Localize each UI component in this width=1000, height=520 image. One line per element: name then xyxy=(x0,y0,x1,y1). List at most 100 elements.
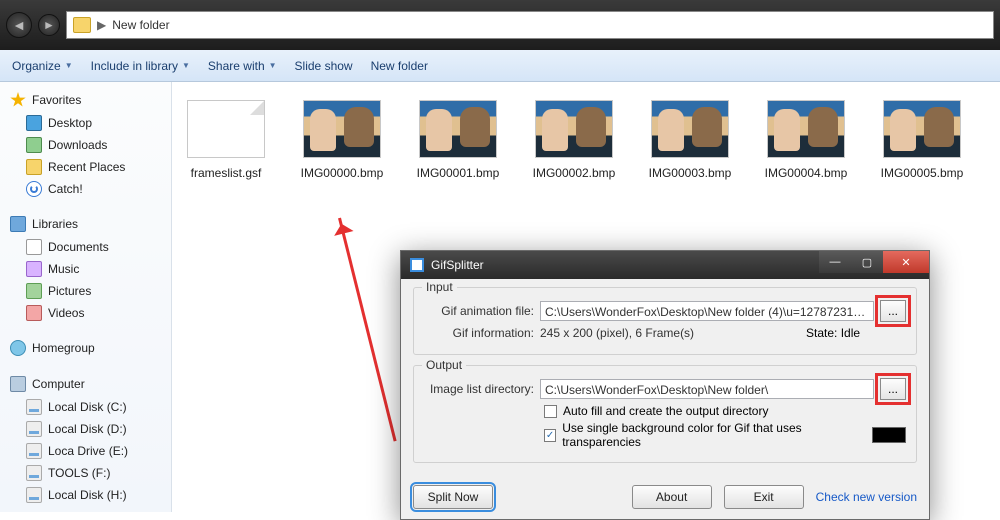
desktop-icon xyxy=(26,115,42,131)
folder-icon xyxy=(73,17,91,33)
exit-button[interactable]: Exit xyxy=(724,485,804,509)
split-now-button[interactable]: Split Now xyxy=(413,485,493,509)
sidebar-item-videos[interactable]: Videos xyxy=(4,302,167,324)
sidebar-drive-e[interactable]: Loca Drive (E:) xyxy=(4,440,167,462)
close-button[interactable]: ✕ xyxy=(883,251,929,273)
output-browse-button[interactable]: ... xyxy=(880,378,906,400)
videos-icon xyxy=(26,305,42,321)
drive-icon xyxy=(26,465,42,481)
file-item[interactable]: IMG00000.bmp xyxy=(298,100,386,180)
sidebar-item-catch[interactable]: Catch! xyxy=(4,178,167,200)
drive-icon xyxy=(26,443,42,459)
sidebar-item-pictures[interactable]: Pictures xyxy=(4,280,167,302)
maximize-button[interactable]: ▢ xyxy=(851,251,883,273)
bgcolor-swatch[interactable] xyxy=(872,427,906,443)
toolbar-include-library[interactable]: Include in library▼ xyxy=(91,59,190,73)
sidebar-nav: Favorites Desktop Downloads Recent Place… xyxy=(0,82,172,512)
output-group: Output Image list directory: C:\Users\Wo… xyxy=(413,365,917,463)
minimize-button[interactable]: ― xyxy=(819,251,851,273)
explorer-toolbar: Organize▼ Include in library▼ Share with… xyxy=(0,50,1000,82)
drive-icon xyxy=(26,421,42,437)
toolbar-organize[interactable]: Organize▼ xyxy=(12,59,73,73)
star-icon xyxy=(10,92,26,108)
documents-icon xyxy=(26,239,42,255)
sidebar-drive-h[interactable]: Local Disk (H:) xyxy=(4,484,167,506)
downloads-icon xyxy=(26,137,42,153)
file-item[interactable]: IMG00004.bmp xyxy=(762,100,850,180)
nav-forward-button[interactable]: ► xyxy=(38,14,60,36)
nav-back-button[interactable]: ◄ xyxy=(6,12,32,38)
sidebar-homegroup[interactable]: Homegroup xyxy=(4,336,167,360)
file-name: IMG00001.bmp xyxy=(414,166,502,180)
file-name: frameslist.gsf xyxy=(182,166,270,180)
toolbar-share-with[interactable]: Share with▼ xyxy=(208,59,277,73)
output-dir-field[interactable]: C:\Users\WonderFox\Desktop\New folder\ xyxy=(540,379,874,399)
bgcolor-label: Use single background color for Gif that… xyxy=(562,421,860,449)
toolbar-new-folder[interactable]: New folder xyxy=(371,59,428,73)
bgcolor-checkbox-row[interactable]: ✓ Use single background color for Gif th… xyxy=(544,421,906,449)
sidebar-favorites-header[interactable]: Favorites xyxy=(4,88,167,112)
file-item[interactable]: frameslist.gsf xyxy=(182,100,270,180)
toolbar-slideshow[interactable]: Slide show xyxy=(295,59,353,73)
sidebar-drive-d[interactable]: Local Disk (D:) xyxy=(4,418,167,440)
sidebar-item-desktop[interactable]: Desktop xyxy=(4,112,167,134)
autofill-label: Auto fill and create the output director… xyxy=(563,404,768,418)
sidebar-libraries-header[interactable]: Libraries xyxy=(4,212,167,236)
dialog-footer: Split Now About Exit Check new version xyxy=(401,485,929,519)
image-thumbnail xyxy=(651,100,729,158)
drive-icon xyxy=(26,487,42,503)
input-info-label: Gif information: xyxy=(424,326,534,340)
image-thumbnail xyxy=(419,100,497,158)
catch-icon xyxy=(26,181,42,197)
sidebar-item-recent[interactable]: Recent Places xyxy=(4,156,167,178)
sidebar-item-music[interactable]: Music xyxy=(4,258,167,280)
image-thumbnail xyxy=(303,100,381,158)
checkbox-icon[interactable]: ✓ xyxy=(544,429,556,442)
drive-icon xyxy=(26,399,42,415)
file-document-icon xyxy=(187,100,265,158)
file-name: IMG00002.bmp xyxy=(530,166,618,180)
image-thumbnail xyxy=(883,100,961,158)
checkbox-icon[interactable] xyxy=(544,405,557,418)
file-name: IMG00000.bmp xyxy=(298,166,386,180)
music-icon xyxy=(26,261,42,277)
window-titlebar: ◄ ► ▶ New folder xyxy=(0,0,1000,50)
image-thumbnail xyxy=(535,100,613,158)
app-icon xyxy=(409,257,425,273)
sidebar-item-documents[interactable]: Documents xyxy=(4,236,167,258)
sidebar-drive-c[interactable]: Local Disk (C:) xyxy=(4,396,167,418)
gifsplitter-dialog: GifSplitter ― ▢ ✕ Input Gif animation fi… xyxy=(400,250,930,520)
dialog-titlebar[interactable]: GifSplitter ― ▢ ✕ xyxy=(401,251,929,279)
input-info-value: 245 x 200 (pixel), 6 Frame(s) xyxy=(540,326,800,340)
image-thumbnail xyxy=(767,100,845,158)
breadcrumb[interactable]: ▶ New folder xyxy=(66,11,994,39)
check-version-link[interactable]: Check new version xyxy=(816,490,917,504)
autofill-checkbox-row[interactable]: Auto fill and create the output director… xyxy=(544,404,906,418)
breadcrumb-current: New folder xyxy=(112,18,169,32)
sidebar-item-downloads[interactable]: Downloads xyxy=(4,134,167,156)
window-controls: ― ▢ ✕ xyxy=(819,251,929,279)
output-legend: Output xyxy=(422,358,466,372)
file-name: IMG00003.bmp xyxy=(646,166,734,180)
file-item[interactable]: IMG00003.bmp xyxy=(646,100,734,180)
dialog-title: GifSplitter xyxy=(431,258,484,272)
input-file-label: Gif animation file: xyxy=(424,304,534,318)
input-group: Input Gif animation file: C:\Users\Wonde… xyxy=(413,287,917,355)
recent-icon xyxy=(26,159,42,175)
output-dir-label: Image list directory: xyxy=(424,382,534,396)
file-item[interactable]: IMG00005.bmp xyxy=(878,100,966,180)
input-browse-button[interactable]: ... xyxy=(880,300,906,322)
input-file-field[interactable]: C:\Users\WonderFox\Desktop\New folder (4… xyxy=(540,301,874,321)
file-name: IMG00004.bmp xyxy=(762,166,850,180)
libraries-icon xyxy=(10,216,26,232)
about-button[interactable]: About xyxy=(632,485,712,509)
file-item[interactable]: IMG00001.bmp xyxy=(414,100,502,180)
input-legend: Input xyxy=(422,280,457,294)
sidebar-computer-header[interactable]: Computer xyxy=(4,372,167,396)
file-name: IMG00005.bmp xyxy=(878,166,966,180)
state-label: State: Idle xyxy=(806,326,906,340)
file-item[interactable]: IMG00002.bmp xyxy=(530,100,618,180)
computer-icon xyxy=(10,376,26,392)
breadcrumb-separator: ▶ xyxy=(97,18,106,32)
sidebar-drive-f[interactable]: TOOLS (F:) xyxy=(4,462,167,484)
